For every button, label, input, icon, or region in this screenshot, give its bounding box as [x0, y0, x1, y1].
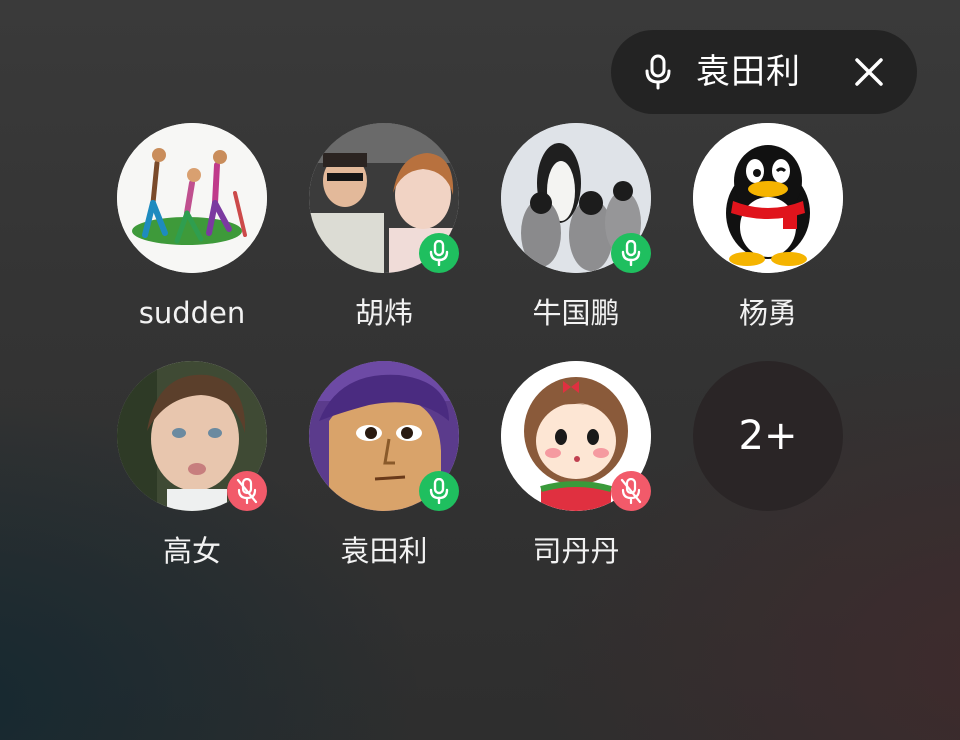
participant-tile[interactable]: sudden: [97, 123, 287, 353]
active-speaker-name: 袁田利: [696, 52, 801, 92]
microphone-icon: [429, 240, 449, 266]
qq-penguin-avatar: [693, 123, 843, 273]
participant-name: sudden: [138, 296, 246, 330]
participant-tile[interactable]: 胡炜: [289, 123, 479, 353]
participant-tile[interactable]: 杨勇: [673, 123, 863, 353]
participant-name: 胡炜: [354, 296, 413, 330]
participant-name: 牛国鹏: [532, 296, 620, 330]
mic-muted-badge: [611, 471, 651, 511]
participant-tile[interactable]: 牛国鹏: [481, 123, 671, 353]
participant-name: 袁田利: [340, 534, 428, 568]
microphone-icon: [645, 54, 671, 90]
more-participants-tile[interactable]: 2+: [673, 361, 863, 591]
microphone-muted-icon: [620, 478, 642, 504]
more-participants-button[interactable]: 2+: [693, 361, 843, 511]
participant-tile[interactable]: 高女: [97, 361, 287, 591]
mic-on-badge: [611, 233, 651, 273]
mic-muted-badge: [227, 471, 267, 511]
participant-name: 司丹丹: [532, 534, 620, 568]
close-icon[interactable]: [851, 54, 887, 90]
running-figures-avatar: [117, 123, 267, 273]
microphone-icon: [621, 240, 641, 266]
participant-name: 杨勇: [738, 296, 797, 330]
participant-tile[interactable]: 司丹丹: [481, 361, 671, 591]
participant-name: 高女: [162, 534, 221, 568]
participant-tile[interactable]: 袁田利: [289, 361, 479, 591]
microphone-muted-icon: [236, 478, 258, 504]
active-speaker-pill: 袁田利: [611, 30, 917, 114]
mic-on-badge: [419, 471, 459, 511]
mic-on-badge: [419, 233, 459, 273]
microphone-icon: [429, 478, 449, 504]
